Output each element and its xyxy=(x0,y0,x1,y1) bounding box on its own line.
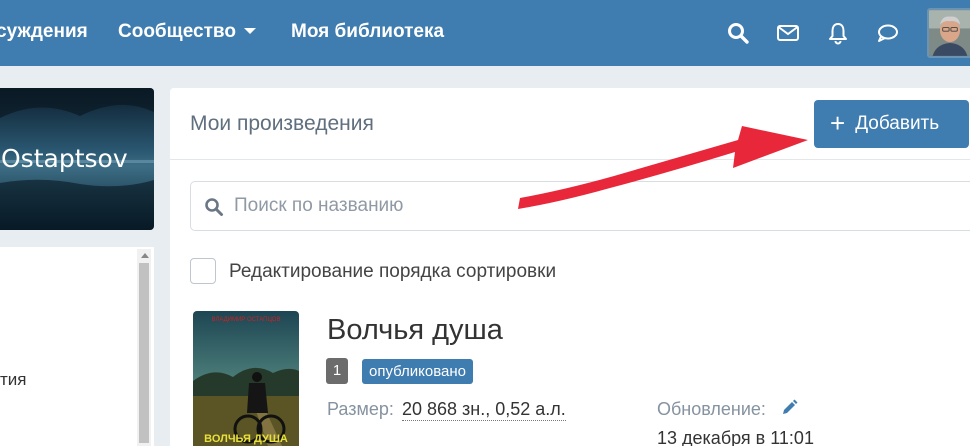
search-icon[interactable] xyxy=(726,21,750,45)
divider xyxy=(170,159,970,160)
nav-library-link[interactable]: Моя библиотека xyxy=(291,21,444,43)
add-work-button[interactable]: + Добавить xyxy=(814,100,969,148)
chat-icon[interactable] xyxy=(876,21,900,45)
cover-author: ВЛАДИМИР ОСТАПЦОВ xyxy=(211,317,281,323)
top-navbar: суждения Сообщество Моя библиотека xyxy=(0,0,970,66)
search-placeholder: Поиск по названию xyxy=(234,195,404,216)
panel-title: Мои произведения xyxy=(190,112,374,135)
search-input[interactable]: Поиск по названию xyxy=(190,181,970,231)
size-label: Размер: xyxy=(327,399,394,419)
updated-label: Обновление: xyxy=(657,399,766,419)
status-badge: опубликовано xyxy=(362,359,474,384)
nav-discussions-link[interactable]: суждения xyxy=(0,21,88,43)
search-icon xyxy=(204,197,224,217)
size-value[interactable]: 20 868 зн., 0,52 а.л. xyxy=(402,399,566,421)
work-title-link[interactable]: Волчья душа xyxy=(327,314,503,347)
sort-order-checkbox[interactable] xyxy=(190,258,216,284)
pencil-icon[interactable] xyxy=(779,398,799,418)
scrollbar-thumb[interactable] xyxy=(139,263,149,443)
cover-title: ВОЛЧЬЯ ДУША xyxy=(204,433,288,445)
bell-icon[interactable] xyxy=(826,21,850,45)
updated-date: 13 декабря в 11:01 xyxy=(657,428,814,446)
add-button-label: Добавить xyxy=(855,113,940,134)
my-works-panel: Мои произведения + Добавить Поиск по наз… xyxy=(170,88,970,446)
user-avatar[interactable] xyxy=(927,8,970,58)
sort-order-label[interactable]: Редактирование порядка сортировки xyxy=(229,261,556,283)
left-sidebar xyxy=(0,247,154,446)
sidebar-scrollbar[interactable] xyxy=(137,249,151,446)
work-number-badge: 1 xyxy=(326,358,348,384)
chevron-down-icon xyxy=(243,28,256,34)
scroll-up-arrow-icon[interactable] xyxy=(141,253,149,258)
work-cover-image[interactable]: ВЛАДИМИР ОСТАПЦОВ ВОЛЧЬЯ ДУША xyxy=(193,311,299,446)
plus-icon: + xyxy=(830,107,846,138)
sidebar-item[interactable]: тия xyxy=(0,370,27,390)
mail-icon[interactable] xyxy=(776,21,800,45)
profile-name: Ostaptsov xyxy=(1,144,128,173)
nav-community-menu[interactable]: Сообщество xyxy=(118,21,256,43)
profile-banner: Ostaptsov xyxy=(0,88,154,230)
nav-community-label: Сообщество xyxy=(118,21,236,42)
